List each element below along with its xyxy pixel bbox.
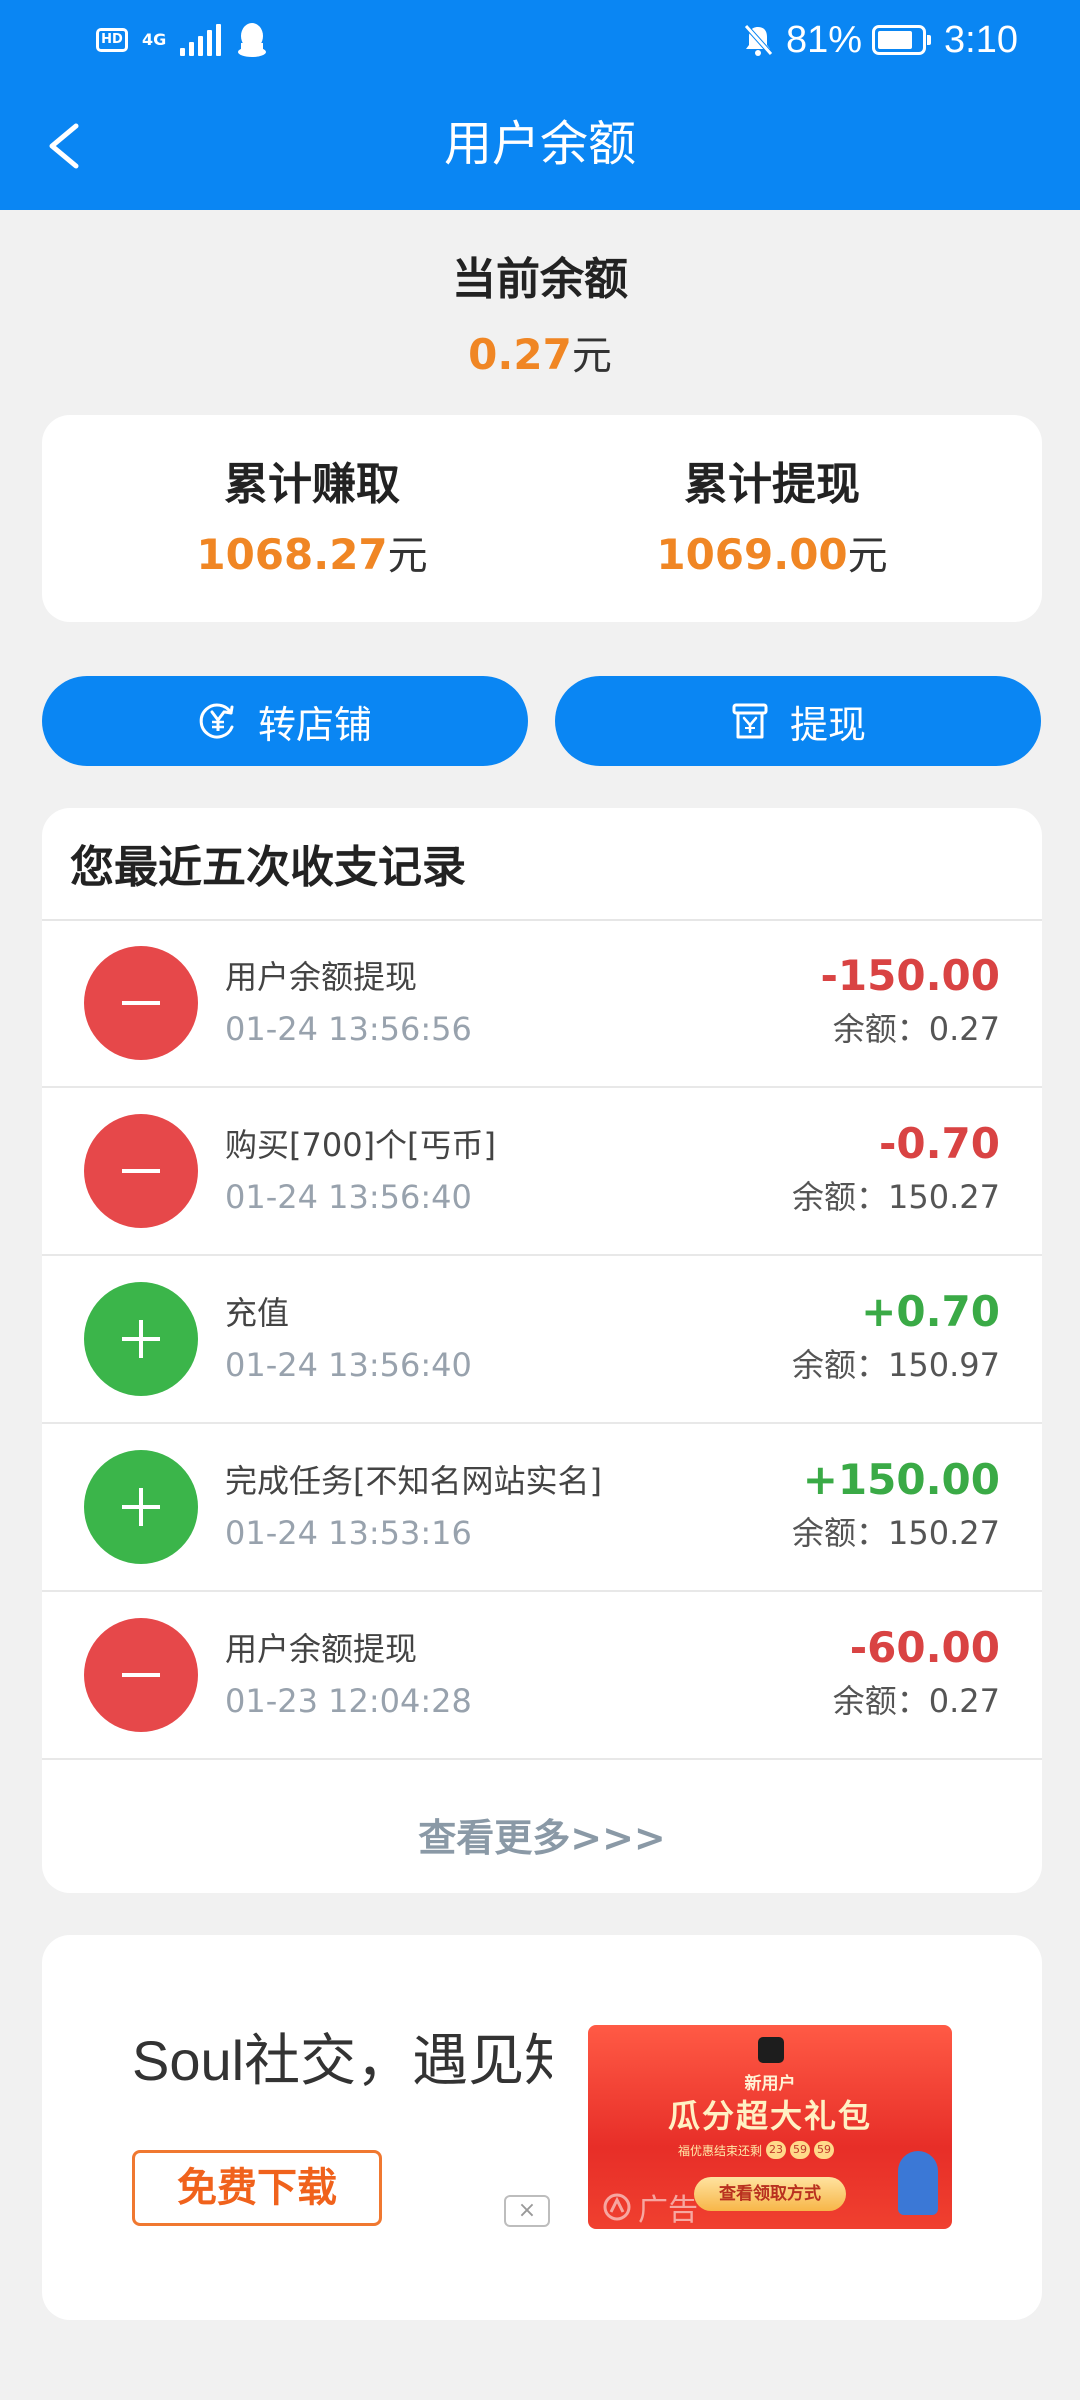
top-bar: HD 4G 81% 3:10 用户余额 (0, 0, 1080, 210)
currency-unit: 元 (387, 533, 428, 579)
countdown-seconds: 59 (814, 2141, 835, 2159)
network-type: 4G (142, 30, 167, 49)
yuan-coin-icon (199, 703, 234, 739)
record-amount: +0.70 (861, 1287, 1000, 1336)
record-description: 充值 (225, 1294, 290, 1332)
bell-muted-icon (744, 24, 773, 56)
ad-countdown: 福优惠结束还剩 23 59 59 (678, 2141, 835, 2159)
total-earned: 累计赚取 1068.27元 (82, 455, 542, 594)
plus-icon (84, 1450, 198, 1564)
countdown-hours: 23 (766, 2141, 787, 2159)
record-balance: 余额：150.27 (792, 1178, 1000, 1216)
record-amount: -60.00 (849, 1623, 1000, 1672)
record-balance: 余额：150.97 (792, 1346, 1000, 1384)
ad-headline: 瓜分超大礼包 (667, 2097, 872, 2135)
record-row: 充值 01-24 13:56:40 +0.70 余额：150.97 (42, 1256, 1042, 1424)
view-more-link[interactable]: 查看更多>>> (42, 1808, 1042, 1868)
withdraw-label: 提现 (789, 702, 866, 747)
record-description: 完成任务[不知名网站实名] (225, 1462, 602, 1500)
record-description: 用户余额提现 (225, 958, 418, 996)
hd-badge: HD (96, 28, 128, 52)
ad-figure (898, 2151, 938, 2215)
record-row: 完成任务[不知名网站实名] 01-24 13:53:16 +150.00 余额：… (42, 1424, 1042, 1592)
back-button[interactable] (36, 110, 92, 182)
transfer-to-shop-label: 转店铺 (257, 702, 372, 747)
current-balance: 0.27元 (240, 325, 840, 394)
chevron-left-icon (49, 123, 79, 169)
plus-icon (84, 1282, 198, 1396)
ad-download-button[interactable]: 免费下载 (132, 2150, 382, 2226)
ad-claim-button[interactable]: 查看领取方式 (694, 2177, 846, 2211)
qq-icon (238, 23, 267, 57)
page-title: 用户余额 (443, 116, 636, 172)
record-balance: 余额：0.27 (832, 1010, 1000, 1048)
status-bar-left: HD 4G (96, 18, 269, 62)
wallet-yuan-icon (732, 703, 768, 739)
app-logo (758, 2037, 784, 2063)
currency-unit: 元 (847, 533, 888, 579)
clock: 3:10 (944, 18, 1018, 61)
ad-countdown-text: 福优惠结束还剩 (678, 2143, 763, 2158)
transfer-to-shop-button[interactable]: 转店铺 (42, 676, 528, 766)
total-withdrawn-amount: 1069.00元 (542, 525, 1002, 594)
total-withdrawn-value: 1069.00 (656, 530, 848, 579)
battery-icon (872, 25, 932, 55)
record-time: 01-24 13:56:40 (225, 1346, 472, 1384)
ad-logo-icon (603, 2193, 631, 2221)
record-row: 购买[700]个[丐币] 01-24 13:56:40 -0.70 余额：150… (42, 1088, 1042, 1256)
divider (42, 1758, 1042, 1760)
countdown-minutes: 59 (790, 2141, 811, 2159)
status-bar-right: 81% 3:10 (740, 14, 1018, 66)
record-balance: 余额：0.27 (832, 1682, 1000, 1720)
record-amount: +150.00 (802, 1455, 1000, 1504)
signal-icon (180, 24, 222, 56)
minus-icon (84, 1618, 198, 1732)
records-title: 您最近五次收支记录 (70, 842, 466, 893)
total-earned-value: 1068.27 (196, 530, 388, 579)
ad-close-button[interactable]: × (504, 2195, 550, 2227)
minus-icon (84, 1114, 198, 1228)
totals-card: 累计赚取 1068.27元 累计提现 1069.00元 (42, 415, 1042, 622)
record-description: 购买[700]个[丐币] (225, 1126, 497, 1164)
total-withdrawn: 累计提现 1069.00元 (542, 455, 1002, 594)
ad-card[interactable]: Soul社交，遇见知己，找到朋友 免费下载 × 新用户 瓜分超大礼包 福优惠结束… (42, 1935, 1042, 2320)
record-time: 01-23 12:04:28 (225, 1682, 472, 1720)
total-earned-amount: 1068.27元 (82, 525, 542, 594)
records-card: 您最近五次收支记录 用户余额提现 01-24 13:56:56 -150.00 … (42, 808, 1042, 1893)
currency-unit: 元 (571, 333, 612, 379)
record-time: 01-24 13:56:56 (225, 1010, 472, 1048)
minus-icon (84, 946, 198, 1060)
ad-text[interactable]: Soul社交，遇见知己，找到朋友 (132, 2027, 552, 2115)
battery-level (878, 31, 913, 49)
ad-label-text: 广告 (638, 2193, 698, 2228)
record-time: 01-24 13:53:16 (225, 1514, 472, 1552)
record-row: 用户余额提现 01-23 12:04:28 -60.00 余额：0.27 (42, 1592, 1042, 1760)
total-earned-label: 累计赚取 (224, 459, 400, 510)
ad-label: 广告 (602, 2185, 698, 2229)
current-balance-value: 0.27 (468, 330, 572, 379)
record-time: 01-24 13:56:40 (225, 1178, 472, 1216)
total-withdrawn-label: 累计提现 (684, 459, 860, 510)
battery-percent: 81% (785, 18, 863, 61)
record-amount: -0.70 (878, 1119, 1000, 1168)
record-description: 用户余额提现 (225, 1630, 418, 1668)
current-balance-label: 当前余额 (452, 254, 628, 305)
withdraw-button[interactable]: 提现 (555, 676, 1041, 766)
record-amount: -150.00 (820, 951, 1000, 1000)
record-balance: 余额：150.27 (792, 1514, 1000, 1552)
record-row: 用户余额提现 01-24 13:56:56 -150.00 余额：0.27 (42, 920, 1042, 1088)
